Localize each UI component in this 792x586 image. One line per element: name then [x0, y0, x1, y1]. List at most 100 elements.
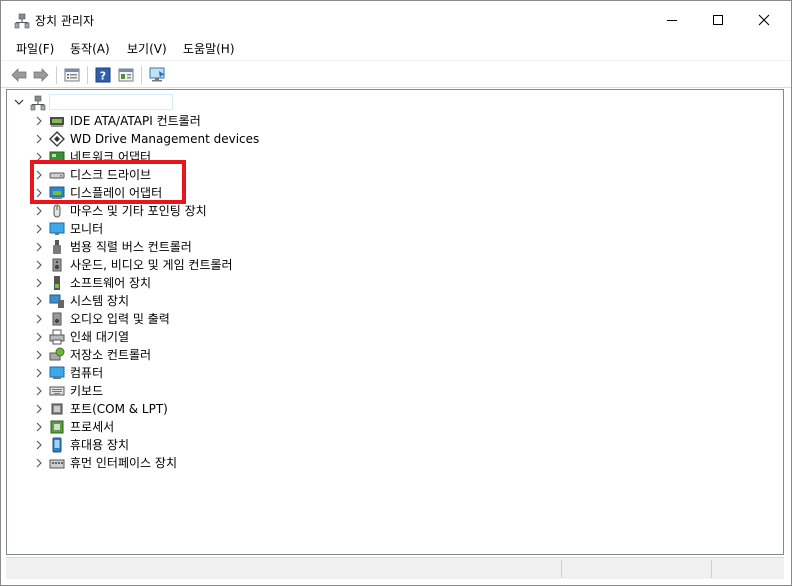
- tree-item[interactable]: 휴먼 인터페이스 장치: [7, 454, 507, 472]
- tree-item-label: 소프트웨어 장치: [70, 276, 152, 290]
- computer-root-icon: [30, 95, 46, 111]
- storage-controller-icon: [49, 347, 65, 363]
- minimize-button[interactable]: [649, 1, 695, 39]
- chevron-right-icon[interactable]: [34, 367, 44, 379]
- tree-item-label: 시스템 장치: [70, 294, 130, 308]
- tree-item[interactable]: 마우스 및 기타 포인팅 장치: [7, 202, 507, 220]
- back-button[interactable]: [10, 66, 28, 84]
- chevron-right-icon[interactable]: [34, 331, 44, 343]
- speaker-icon: [49, 257, 65, 273]
- chevron-right-icon[interactable]: [34, 313, 44, 325]
- menu-bar: 파일(F) 동작(A) 보기(V) 도움말(H): [1, 39, 791, 59]
- tree-item[interactable]: 포트(COM & LPT): [7, 400, 507, 418]
- tree-item-label: 포트(COM & LPT): [70, 402, 168, 416]
- tree-item-label: 네트워크 어댑터: [70, 150, 152, 164]
- tree-item[interactable]: 네트워크 어댑터: [7, 148, 507, 166]
- status-cell: [561, 560, 711, 578]
- monitor-icon: [49, 221, 65, 237]
- tree-item[interactable]: 오디오 입력 및 출력: [7, 310, 507, 328]
- properties-button[interactable]: [63, 66, 81, 84]
- display-adapter-icon: [49, 185, 65, 201]
- chevron-right-icon[interactable]: [34, 349, 44, 361]
- tree-item[interactable]: IDE ATA/ATAPI 컨트롤러: [7, 112, 507, 130]
- menu-view[interactable]: 보기(V): [125, 40, 169, 58]
- chevron-right-icon[interactable]: [34, 187, 44, 199]
- chevron-right-icon[interactable]: [34, 169, 44, 181]
- close-icon: [758, 14, 770, 26]
- device-tree[interactable]: IDE ATA/ATAPI 컨트롤러 WD Drive Management de…: [6, 89, 784, 555]
- computer-name-label[interactable]: [49, 94, 173, 110]
- mouse-icon: [49, 203, 65, 219]
- toolbar: ?: [1, 60, 791, 88]
- back-arrow-icon: [11, 68, 27, 82]
- monitor-scan-icon: [149, 67, 165, 82]
- maximize-button[interactable]: [695, 1, 741, 39]
- toolbar-separator: [56, 66, 57, 84]
- software-device-icon: [49, 275, 65, 291]
- port-icon: [49, 401, 65, 417]
- chevron-right-icon[interactable]: [34, 151, 44, 163]
- processor-icon: [49, 419, 65, 435]
- tree-item-label: 휴먼 인터페이스 장치: [70, 456, 177, 470]
- details-view-button[interactable]: [117, 66, 135, 84]
- printer-icon: [49, 329, 65, 345]
- tree-root[interactable]: [7, 94, 307, 112]
- chevron-right-icon[interactable]: [34, 133, 44, 145]
- tree-item-label: 키보드: [70, 384, 104, 398]
- minimize-icon: [667, 20, 677, 21]
- chevron-right-icon[interactable]: [34, 403, 44, 415]
- tree-item-label: 프로세서: [70, 420, 115, 434]
- tree-item[interactable]: 범용 직렬 버스 컨트롤러: [7, 238, 507, 256]
- tree-item[interactable]: 소프트웨어 장치: [7, 274, 507, 292]
- details-view-icon: [118, 68, 134, 82]
- tree-item-label: 마우스 및 기타 포인팅 장치: [70, 204, 207, 218]
- tree-item[interactable]: 컴퓨터: [7, 364, 507, 382]
- disk-drive-icon: [49, 167, 65, 183]
- ide-controller-icon: [49, 113, 65, 129]
- chevron-right-icon[interactable]: [34, 223, 44, 235]
- status-bar: [6, 557, 784, 579]
- forward-arrow-icon: [33, 68, 49, 82]
- menu-file[interactable]: 파일(F): [14, 40, 56, 58]
- help-button[interactable]: ?: [94, 66, 112, 84]
- tree-item[interactable]: 키보드: [7, 382, 507, 400]
- tree-item[interactable]: 프로세서: [7, 418, 507, 436]
- menu-action[interactable]: 동작(A): [68, 40, 112, 58]
- portable-device-icon: [49, 437, 65, 453]
- tree-item[interactable]: 모니터: [7, 220, 507, 238]
- menu-help[interactable]: 도움말(H): [181, 40, 237, 58]
- tree-item-label: 휴대용 장치: [70, 438, 130, 452]
- tree-item[interactable]: 시스템 장치: [7, 292, 507, 310]
- tree-item[interactable]: 인쇄 대기열: [7, 328, 507, 346]
- chevron-right-icon[interactable]: [34, 205, 44, 217]
- chevron-down-icon[interactable]: [13, 96, 25, 108]
- chevron-right-icon[interactable]: [34, 421, 44, 433]
- tree-item-label: 저장소 컨트롤러: [70, 348, 152, 362]
- tree-item-label: 오디오 입력 및 출력: [70, 312, 170, 326]
- chevron-right-icon[interactable]: [34, 295, 44, 307]
- forward-button[interactable]: [32, 66, 50, 84]
- title-bar[interactable]: 장치 관리자: [1, 1, 791, 39]
- maximize-icon: [713, 15, 723, 25]
- chevron-right-icon[interactable]: [34, 115, 44, 127]
- chevron-right-icon[interactable]: [34, 241, 44, 253]
- tree-item[interactable]: 사운드, 비디오 및 게임 컨트롤러: [7, 256, 507, 274]
- chevron-right-icon[interactable]: [34, 277, 44, 289]
- tree-item[interactable]: 휴대용 장치: [7, 436, 507, 454]
- scan-hardware-button[interactable]: [149, 66, 167, 84]
- chevron-right-icon[interactable]: [34, 259, 44, 271]
- close-button[interactable]: [741, 1, 787, 39]
- chevron-right-icon[interactable]: [34, 439, 44, 451]
- toolbar-separator: [141, 66, 142, 84]
- system-device-icon: [49, 293, 65, 309]
- tree-item-label: 디스크 드라이브: [70, 168, 152, 182]
- tree-item[interactable]: 저장소 컨트롤러: [7, 346, 507, 364]
- tree-item-label: WD Drive Management devices: [70, 132, 260, 146]
- chevron-right-icon[interactable]: [34, 385, 44, 397]
- properties-list-icon: [64, 68, 80, 82]
- chevron-right-icon[interactable]: [34, 457, 44, 469]
- tree-item[interactable]: 디스플레이 어댑터: [7, 184, 507, 202]
- tree-item[interactable]: 디스크 드라이브: [7, 166, 507, 184]
- help-icon: ?: [95, 67, 111, 83]
- tree-item[interactable]: WD Drive Management devices: [7, 130, 507, 148]
